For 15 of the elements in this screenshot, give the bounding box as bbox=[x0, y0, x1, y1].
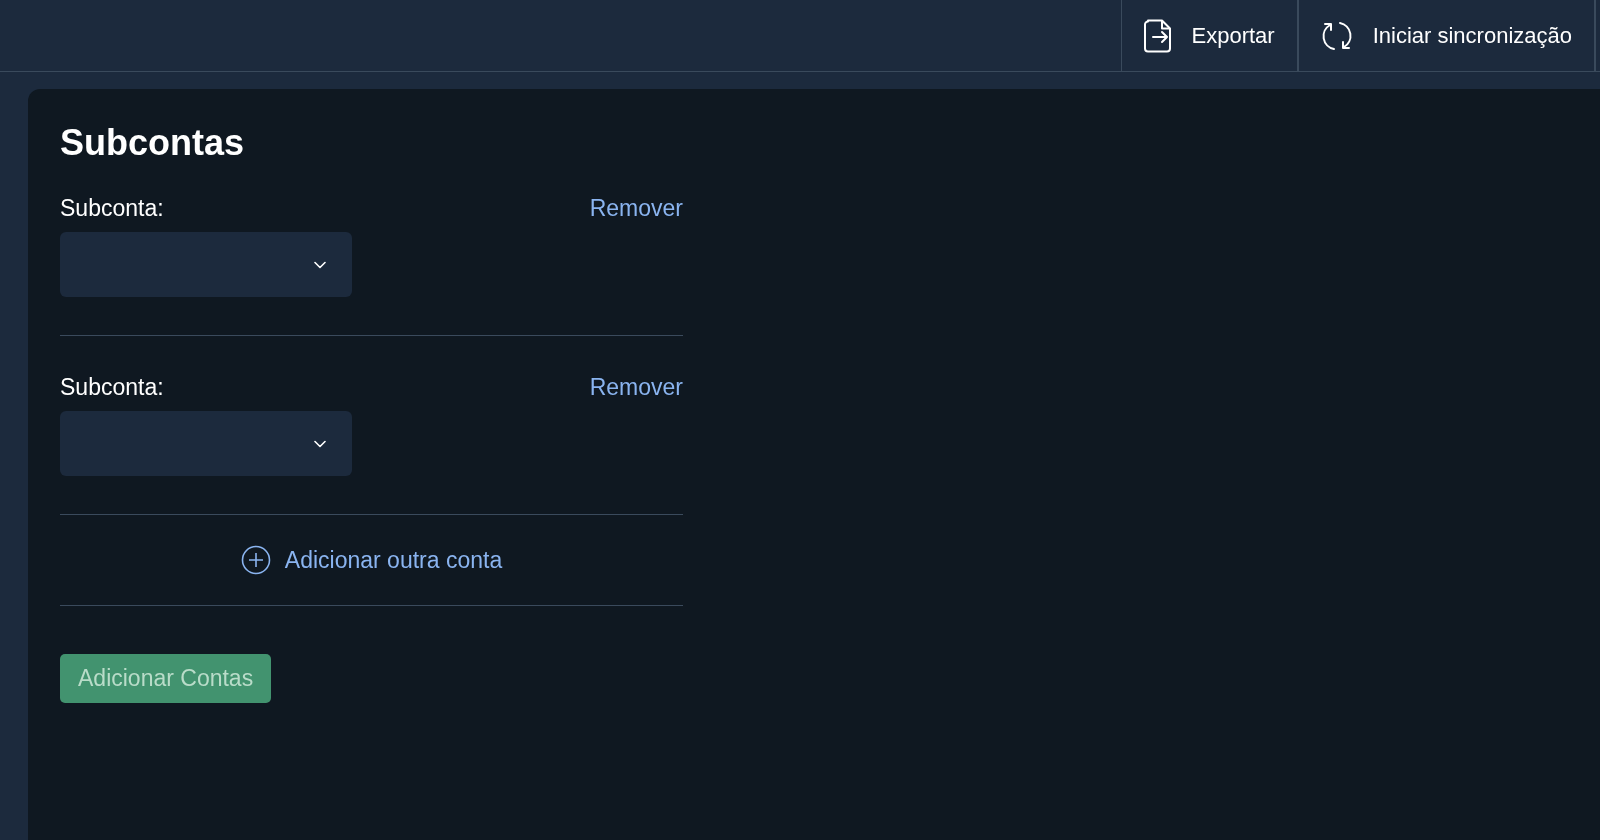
subaccount-dropdown[interactable] bbox=[60, 232, 352, 297]
chevron-down-icon bbox=[314, 260, 326, 269]
sync-icon bbox=[1320, 19, 1353, 52]
add-account-link[interactable]: Adicionar outra conta bbox=[240, 545, 503, 575]
plus-circle-icon bbox=[240, 545, 271, 575]
chevron-down-icon bbox=[314, 439, 326, 448]
document-arrow-icon bbox=[1143, 18, 1172, 53]
remove-link[interactable]: Remover bbox=[589, 195, 683, 222]
field-label: Subconta: bbox=[60, 374, 164, 401]
subaccount-dropdown[interactable] bbox=[60, 411, 352, 476]
sync-button[interactable]: Iniciar sincronização bbox=[1298, 0, 1596, 71]
page-title: Subcontas bbox=[60, 121, 246, 165]
field-label: Subconta: bbox=[60, 195, 164, 222]
remove-link[interactable]: Remover bbox=[589, 374, 683, 401]
export-button[interactable]: Exportar bbox=[1121, 0, 1299, 71]
